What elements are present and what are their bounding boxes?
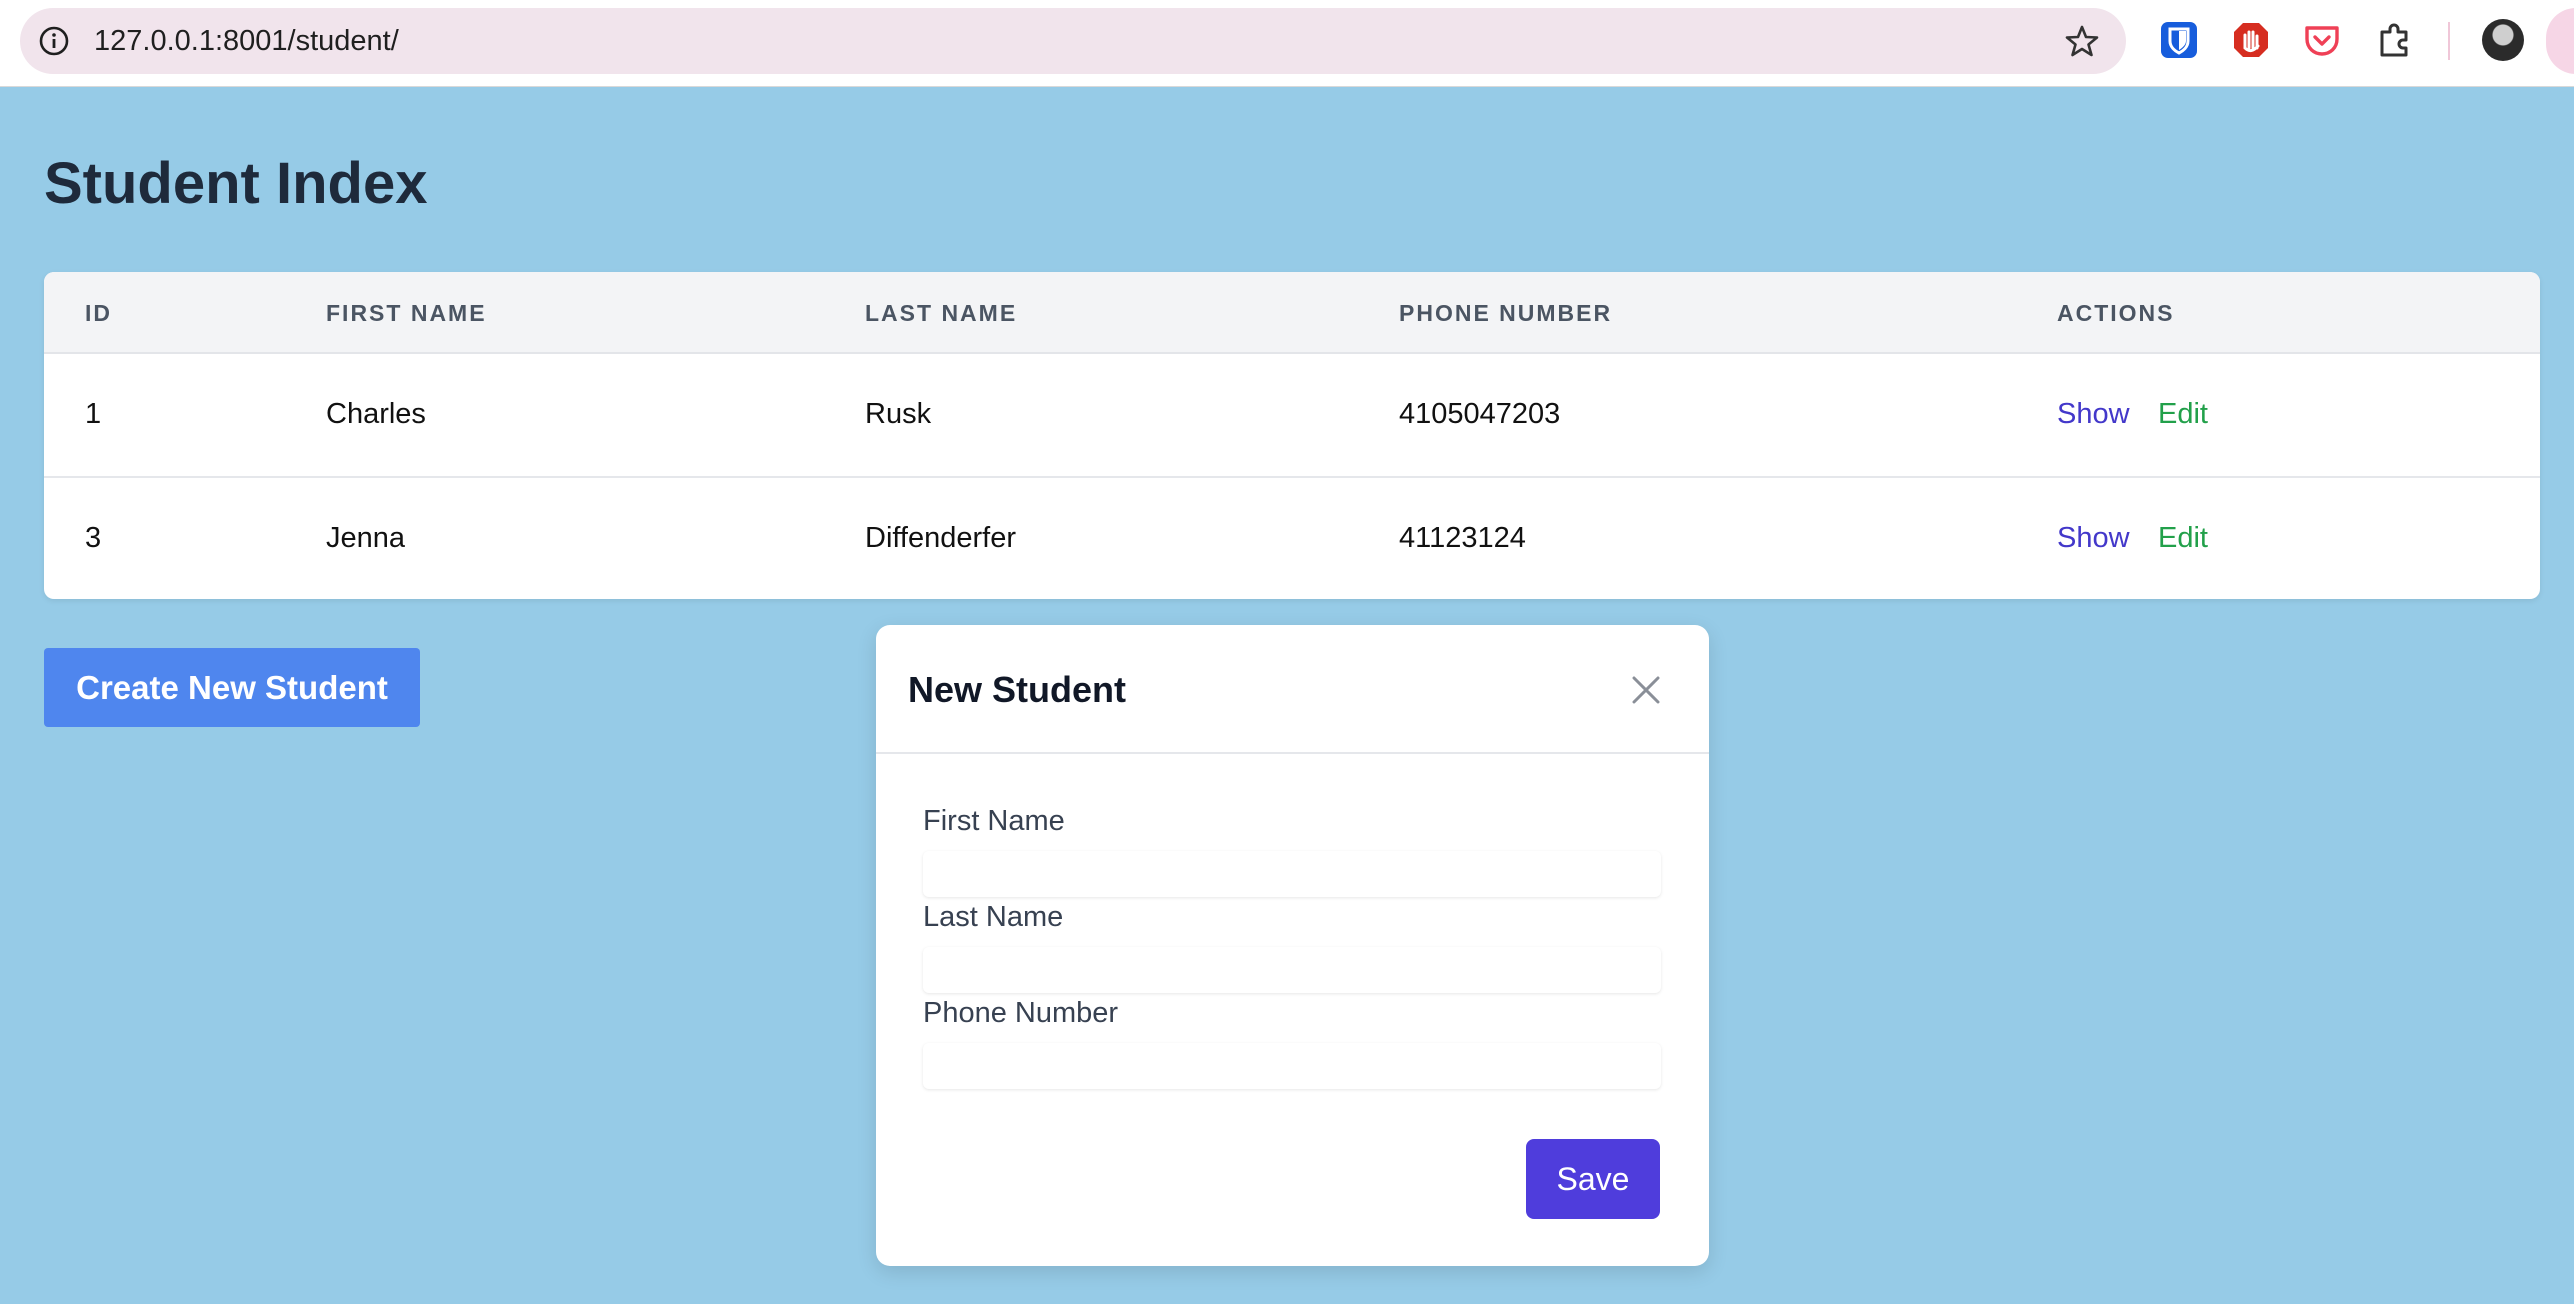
cell-first-name: Jenna <box>326 522 406 554</box>
table-header: ID FIRST NAME LAST NAME PHONE NUMBER ACT… <box>44 272 2540 354</box>
page-title: Student Index <box>44 151 428 216</box>
cell-phone: 41123124 <box>1399 522 1526 554</box>
cell-id: 1 <box>85 398 102 430</box>
site-info-icon[interactable] <box>38 25 70 57</box>
create-new-student-button[interactable]: Create New Student <box>44 648 420 727</box>
save-button[interactable]: Save <box>1526 1139 1660 1219</box>
extensions-puzzle-icon[interactable] <box>2375 20 2415 60</box>
last-name-input[interactable] <box>923 947 1661 993</box>
column-header-first-name: FIRST NAME <box>326 300 487 326</box>
profile-chip[interactable] <box>2546 8 2574 74</box>
phone-number-input[interactable] <box>923 1043 1661 1089</box>
column-header-id: ID <box>85 300 112 326</box>
show-link[interactable]: Show <box>2057 478 2130 598</box>
bookmark-star-icon[interactable] <box>2064 23 2100 59</box>
url-text[interactable]: 127.0.0.1:8001/student/ <box>94 8 399 74</box>
ublock-icon[interactable] <box>2231 20 2271 60</box>
phone-number-label: Phone Number <box>923 997 1119 1029</box>
column-header-phone-number: PHONE NUMBER <box>1399 300 1613 326</box>
address-bar[interactable]: 127.0.0.1:8001/student/ <box>20 8 2126 74</box>
column-header-actions: ACTIONS <box>2057 300 2175 326</box>
last-name-label: Last Name <box>923 901 1064 933</box>
table-row: 1 Charles Rusk 4105047203 Show Edit <box>44 354 2540 476</box>
show-link[interactable]: Show <box>2057 354 2130 474</box>
toolbar-divider <box>2448 22 2450 60</box>
cell-last-name: Diffenderfer <box>865 522 1016 554</box>
pocket-icon[interactable] <box>2302 20 2342 60</box>
new-student-modal: New Student First Name Last Name Phone N… <box>876 625 1709 1266</box>
cell-phone: 4105047203 <box>1399 398 1561 430</box>
browser-toolbar: 127.0.0.1:8001/student/ <box>0 0 2574 87</box>
cell-id: 3 <box>85 522 102 554</box>
students-table: ID FIRST NAME LAST NAME PHONE NUMBER ACT… <box>44 272 2540 599</box>
table-row: 3 Jenna Diffenderfer 41123124 Show Edit <box>44 476 2540 598</box>
first-name-label: First Name <box>923 805 1065 837</box>
column-header-last-name: LAST NAME <box>865 300 1018 326</box>
first-name-input[interactable] <box>923 851 1661 897</box>
edit-link[interactable]: Edit <box>2158 478 2208 598</box>
edit-link[interactable]: Edit <box>2158 354 2208 474</box>
cell-last-name: Rusk <box>865 398 932 430</box>
modal-header: New Student <box>876 625 1709 754</box>
cell-first-name: Charles <box>326 398 426 430</box>
bitwarden-icon[interactable] <box>2159 20 2199 60</box>
profile-avatar[interactable] <box>2482 19 2524 61</box>
modal-title: New Student <box>908 669 1127 710</box>
close-icon[interactable] <box>1629 673 1663 707</box>
